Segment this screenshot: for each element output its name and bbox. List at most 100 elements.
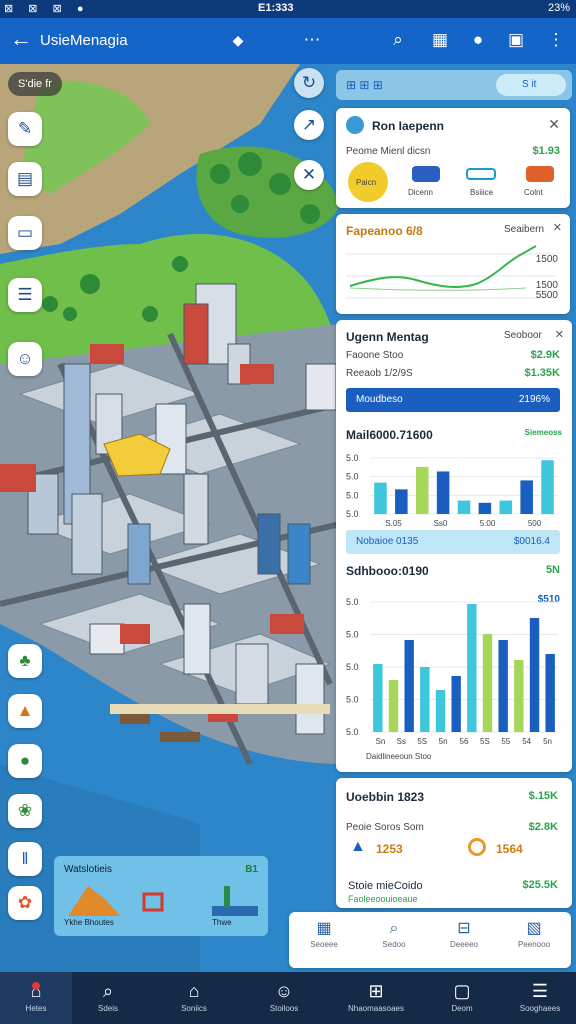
map-filter-chip[interactable]: S'die fr — [8, 72, 62, 96]
list-icon[interactable]: ☰ — [8, 278, 42, 312]
summary-sub-value: $25.5K — [522, 879, 558, 891]
globe-icon — [346, 116, 364, 134]
x-tick-label: 55 — [501, 737, 510, 746]
nav-label: Sdeis — [97, 1004, 118, 1013]
flower-icon[interactable]: ✿ — [8, 886, 42, 920]
bar-chart-2: 5.0 5.0 5.0 5.0 5.0 Sn Ss 5S 5n 56 5S 55 54 5n — [346, 597, 558, 746]
bar — [541, 460, 554, 514]
y-tick-label: 5.0 — [346, 630, 359, 640]
highlight-bar-2[interactable]: Nobaioe 0135 $0016.4 — [346, 530, 560, 554]
refresh-map-icon[interactable]: ↻ — [294, 68, 324, 98]
item-label-1: Paicn — [356, 178, 377, 187]
road-icon[interactable]: ‖ — [8, 842, 42, 876]
row-value-1: $2.9K — [530, 349, 560, 361]
coin-icon — [468, 838, 486, 856]
chart2-right-label: 5N — [545, 564, 560, 576]
feather-icon[interactable]: ✎ — [8, 112, 42, 146]
x-tick-label: 5S — [480, 737, 490, 746]
truck-icon[interactable] — [526, 166, 554, 182]
nav-home[interactable]: ⌂ Hetes — [0, 972, 72, 1024]
house-icon: ⌂ — [188, 981, 200, 1001]
tab-deeeeo[interactable]: ⊟ Deeeeo — [429, 918, 499, 949]
x-tick-label: 5n — [439, 737, 448, 746]
revenue-card[interactable]: Ron Iaepenn ✕ Peome Mienl dicsn $1.93 Pa… — [336, 108, 570, 208]
tablet-icon: ▢ — [453, 981, 471, 1001]
item-label-4: Colnt — [524, 188, 543, 197]
management-card[interactable]: Ugenn Mentag Seoboor ✕ Faoone Stoo $2.9K… — [336, 320, 572, 772]
tab-seoeee[interactable]: ▦ Seoeee — [289, 918, 359, 949]
nav-label: Soniics — [181, 1004, 207, 1013]
tab-label: Seoeee — [310, 940, 338, 949]
x-tick-label: 54 — [522, 737, 531, 746]
nav-bank[interactable]: ⊞ Nhaomaasoaes — [340, 972, 412, 1024]
item-label-3: Bsiiice — [470, 188, 494, 197]
book-icon[interactable]: ▤ — [8, 162, 42, 196]
x-tick-label: S.05 — [385, 519, 402, 528]
nav-tablet[interactable]: ▢ Deom — [426, 972, 498, 1024]
bar — [395, 489, 408, 514]
globe-icon[interactable]: ● — [8, 744, 42, 778]
nav-search[interactable]: ⌕ Sdeis — [72, 972, 144, 1024]
leaf-icon[interactable]: ❀ — [8, 794, 42, 828]
highlight-value: 2196% — [518, 394, 550, 405]
x-tick-label: 5.00 — [480, 519, 496, 528]
tree-icon[interactable]: ▲ — [8, 694, 42, 728]
y-tick-label: 5.0 — [346, 509, 359, 519]
park-icon[interactable]: ♣ — [8, 644, 42, 678]
y-tick-label: 5.0 — [346, 662, 359, 672]
chart2-footer: Daidlineeoun Stoo — [366, 752, 432, 761]
location-icon[interactable]: ◆ — [226, 29, 250, 51]
bar — [435, 690, 446, 732]
smile-icon: ☺ — [274, 981, 294, 1001]
right-top-strip[interactable]: ⊞ ⊞ ⊞ S it — [336, 70, 572, 100]
nav-house[interactable]: ⌂ Soniics — [158, 972, 230, 1024]
grid-icon[interactable]: ▦ — [428, 29, 452, 51]
info-card-label-3: Thwe — [212, 918, 232, 927]
x-tick-label: Ss0 — [434, 519, 448, 528]
bar — [520, 480, 533, 514]
chat-icon[interactable]: ● — [466, 29, 490, 51]
square-icon[interactable]: ▣ — [504, 29, 528, 51]
tab-label: Sedoo — [382, 940, 406, 949]
more-horizontal-icon[interactable]: ⋯ — [300, 29, 324, 51]
row-value-2: $1.35K — [524, 367, 560, 379]
nav-smile[interactable]: ☺ Stoiloos — [248, 972, 320, 1024]
highlight2-label: Nobaioe 0135 — [356, 536, 419, 547]
summary-card-title-value: $.15K — [528, 790, 558, 802]
calendar-icon[interactable]: ▭ — [8, 216, 42, 250]
car-icon[interactable] — [412, 166, 440, 182]
tab-label: Peenooo — [517, 940, 551, 949]
chart2-title: Sdhbooo:0190 — [346, 564, 429, 578]
item-label-2: Dicenn — [408, 188, 433, 197]
row-label-2: Reeaob 1/2/9S — [346, 368, 413, 379]
close-icon[interactable]: ✕ — [548, 116, 560, 133]
bus-icon[interactable] — [466, 168, 496, 180]
trend-card[interactable]: Fapeanoo 6/8 Seaibern ✕ 1500 1500 5500 — [336, 214, 570, 314]
more-vertical-icon[interactable]: ⋮ — [544, 29, 568, 51]
summary-sub-title: Stoie mieCoido — [348, 880, 423, 892]
chart-icon: ▧ — [526, 920, 542, 937]
close-icon[interactable]: ✕ — [555, 328, 564, 341]
stat1-value: 1253 — [376, 842, 403, 856]
tab-peenooo[interactable]: ▧ Peenooo — [499, 918, 569, 949]
search-icon[interactable]: ⌕ — [386, 29, 410, 51]
nav-label: Stoiloos — [269, 1004, 299, 1013]
bar — [415, 466, 429, 514]
info-card[interactable]: Watslotieis B1 Ykhe Bhoutes Thwe — [54, 856, 268, 936]
x-tick-label: 500 — [528, 519, 542, 528]
back-arrow-icon[interactable]: ← — [10, 28, 32, 50]
app-title: UsieMenagia — [40, 32, 128, 49]
rotate-map-icon[interactable]: ↗ — [294, 110, 324, 140]
summary-card[interactable]: Uoebbin 1823 $.15K Peoie Soros Som $2.8K… — [336, 778, 572, 908]
nav-stack[interactable]: ☰ Sooghaees — [504, 972, 576, 1024]
compass-icon[interactable]: ✕ — [294, 160, 324, 190]
filter-icon[interactable]: ⊞ ⊞ ⊞ — [346, 78, 383, 92]
tab-sedoo[interactable]: ⌕ Sedoo — [359, 918, 429, 949]
people-icon[interactable]: ☺ — [8, 342, 42, 376]
revenue-card-title: Ron Iaepenn — [372, 119, 445, 133]
highlight-bar[interactable]: Moudbeso 2196% — [346, 388, 560, 412]
bar — [404, 640, 414, 732]
summary-row-label: Peoie Soros Som — [346, 822, 424, 833]
notification-dot — [32, 982, 40, 990]
bar — [457, 500, 471, 514]
